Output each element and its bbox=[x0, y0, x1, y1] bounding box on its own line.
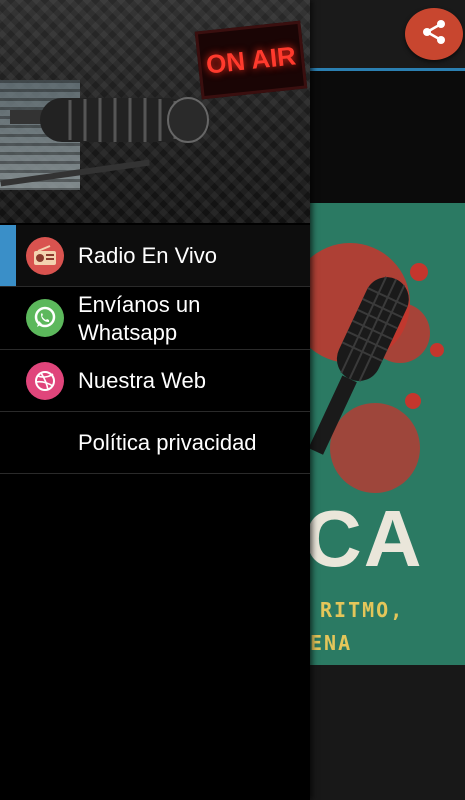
menu-item-whatsapp[interactable]: Envíanos un Whatsapp bbox=[0, 287, 310, 350]
menu-item-label: Radio En Vivo bbox=[78, 243, 218, 268]
menu-item-label: Política privacidad bbox=[78, 430, 257, 455]
active-indicator bbox=[0, 225, 16, 286]
navigation-drawer: ON AIR Radio En Vivo Envíanos un Whatsap… bbox=[0, 0, 310, 800]
menu-item-nuestra-web[interactable]: Nuestra Web bbox=[0, 350, 310, 412]
menu-item-radio-en-vivo[interactable]: Radio En Vivo bbox=[0, 225, 310, 287]
share-button[interactable] bbox=[405, 8, 463, 60]
dribbble-icon bbox=[26, 362, 64, 400]
on-air-sign: ON AIR bbox=[194, 20, 308, 100]
whatsapp-icon bbox=[26, 299, 64, 337]
radio-icon bbox=[26, 237, 64, 275]
menu-item-label: Nuestra Web bbox=[78, 368, 206, 393]
cover-tagline-1: RITMO, bbox=[320, 598, 405, 622]
studio-microphone bbox=[10, 97, 209, 143]
station-cover-art: CA RITMO, ENA bbox=[310, 203, 465, 665]
cover-tagline-2: ENA bbox=[310, 631, 353, 655]
share-icon bbox=[419, 17, 449, 52]
microphone-graphic bbox=[310, 276, 409, 455]
menu-item-politica-privacidad[interactable]: Política privacidad bbox=[0, 412, 310, 474]
menu-item-label: Envíanos un Whatsapp bbox=[78, 292, 201, 345]
cover-logo-text: CA bbox=[310, 494, 424, 583]
drawer-header-image: ON AIR bbox=[0, 0, 310, 223]
